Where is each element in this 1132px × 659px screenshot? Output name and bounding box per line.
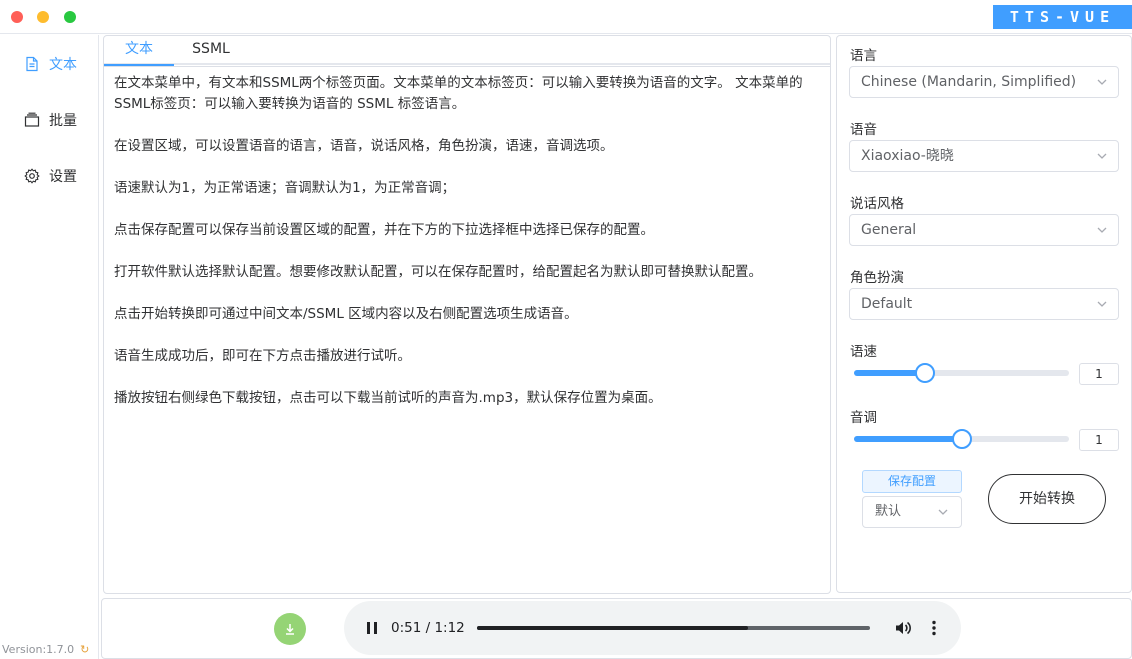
editor-tabs: 文本 SSML — [104, 36, 830, 66]
style-value: General — [861, 222, 917, 238]
language-value: Chinese (Mandarin, Simplified) — [861, 74, 1077, 90]
paragraph: 在文本菜单中，有文本和SSML两个标签页面。文本菜单的文本标签页：可以输入要转换… — [114, 75, 803, 112]
batch-icon — [23, 111, 41, 129]
sidebar-item-label: 文本 — [49, 57, 77, 73]
chevron-down-icon — [938, 509, 948, 515]
rate-slider[interactable] — [854, 363, 1069, 383]
version-label: Version:1.7.0 — [2, 643, 75, 656]
more-options-icon[interactable] — [926, 618, 942, 638]
maximize-window-button[interactable] — [64, 11, 76, 23]
paragraph: 点击保存配置可以保存当前设置区域的配置，并在下方的下拉选择框中选择已保存的配置。 — [114, 222, 654, 238]
sidebar-item-batch[interactable]: 批量 — [0, 105, 98, 135]
playback-progress[interactable] — [477, 626, 870, 630]
sidebar: 文本 批量 设置 Version:1.7.0 ↻ — [0, 35, 99, 659]
player-bar: 0:51 / 1:12 — [101, 598, 1132, 659]
rate-value-input[interactable]: 1 — [1079, 363, 1119, 385]
start-convert-button[interactable]: 开始转换 — [988, 474, 1106, 524]
language-select[interactable]: Chinese (Mandarin, Simplified) — [849, 66, 1119, 98]
text-input[interactable]: 在文本菜单中，有文本和SSML两个标签页面。文本菜单的文本标签页：可以输入要转换… — [104, 66, 830, 593]
playback-time: 0:51 / 1:12 — [391, 620, 465, 636]
paragraph: 播放按钮右侧绿色下载按钮，点击可以下载当前试听的声音为.mp3，默认保存位置为桌… — [114, 390, 662, 406]
sidebar-item-label: 设置 — [49, 169, 77, 185]
voice-select[interactable]: Xiaoxiao-晓晓 — [849, 140, 1119, 172]
role-select[interactable]: Default — [849, 288, 1119, 320]
app-brand: TTS-VUE — [993, 5, 1132, 29]
chevron-down-icon — [1097, 153, 1107, 159]
title-bar: TTS-VUE — [0, 0, 1132, 34]
style-label: 说话风格 — [850, 196, 904, 212]
pitch-slider[interactable] — [854, 429, 1069, 449]
voice-value: Xiaoxiao-晓晓 — [861, 148, 954, 164]
sidebar-item-text[interactable]: 文本 — [0, 49, 98, 79]
tab-ssml[interactable]: SSML — [178, 36, 244, 65]
paragraph: 点击开始转换即可通过中间文本/SSML 区域内容以及右侧配置选项生成语音。 — [114, 306, 578, 322]
download-icon — [286, 624, 294, 635]
preset-select[interactable]: 默认 — [862, 496, 962, 528]
rate-label: 语速 — [850, 344, 877, 360]
sidebar-item-label: 批量 — [49, 113, 77, 129]
pause-icon[interactable] — [362, 618, 382, 638]
editor-card: 文本 SSML 在文本菜单中，有文本和SSML两个标签页面。文本菜单的文本标签页… — [103, 35, 831, 594]
minimize-window-button[interactable] — [37, 11, 49, 23]
paragraph: 语速默认为1，为正常语速；音调默认为1，为正常音调； — [114, 180, 456, 196]
preset-value: 默认 — [875, 504, 902, 519]
close-window-button[interactable] — [11, 11, 23, 23]
rate-slider-handle[interactable] — [914, 363, 935, 383]
pitch-slider-handle[interactable] — [951, 429, 972, 449]
download-button[interactable] — [274, 613, 306, 645]
document-icon — [23, 55, 41, 73]
audio-player: 0:51 / 1:12 — [344, 601, 961, 655]
style-select[interactable]: General — [849, 214, 1119, 246]
chevron-down-icon — [1097, 79, 1107, 85]
pitch-value-input[interactable]: 1 — [1079, 429, 1119, 451]
settings-panel: 语言 Chinese (Mandarin, Simplified) 语音 Xia… — [836, 35, 1132, 593]
tab-text[interactable]: 文本 — [104, 36, 174, 66]
role-label: 角色扮演 — [850, 270, 904, 286]
chevron-down-icon — [1097, 301, 1107, 307]
gear-icon — [23, 167, 41, 185]
paragraph: 语音生成成功后，即可在下方点击播放进行试听。 — [114, 348, 411, 364]
refresh-icon[interactable]: ↻ — [80, 643, 89, 656]
paragraph: 在设置区域，可以设置语音的语言，语音，说话风格，角色扮演，语速，音调选项。 — [114, 138, 614, 154]
chevron-down-icon — [1097, 227, 1107, 233]
pitch-label: 音调 — [850, 410, 877, 426]
role-value: Default — [861, 296, 913, 312]
paragraph: 打开软件默认选择默认配置。想要修改默认配置，可以在保存配置时，给配置起名为默认即… — [114, 264, 762, 280]
pitch-slider-fill — [854, 436, 962, 442]
playback-progress-fill — [477, 626, 749, 630]
version-info: Version:1.7.0 ↻ — [2, 643, 89, 656]
language-label: 语言 — [850, 48, 877, 64]
voice-label: 语音 — [850, 122, 877, 138]
volume-icon[interactable] — [893, 618, 913, 638]
sidebar-item-settings[interactable]: 设置 — [0, 161, 98, 191]
save-config-button[interactable]: 保存配置 — [862, 470, 962, 493]
